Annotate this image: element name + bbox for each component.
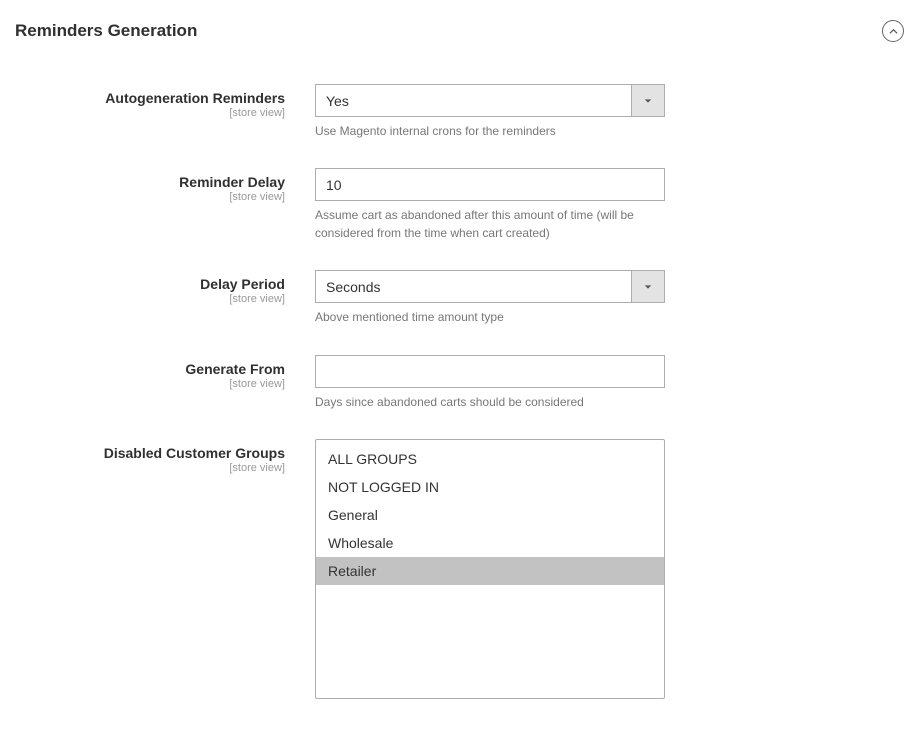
autogeneration-select[interactable]: Yes bbox=[315, 84, 665, 117]
generate-from-input[interactable] bbox=[315, 355, 665, 388]
field-reminder-delay: Reminder Delay [store view] Assume cart … bbox=[15, 168, 904, 242]
field-generate-from: Generate From [store view] Days since ab… bbox=[15, 355, 904, 411]
field-label: Autogeneration Reminders bbox=[15, 90, 285, 106]
label-col: Disabled Customer Groups [store view] bbox=[15, 439, 315, 474]
label-col: Reminder Delay [store view] bbox=[15, 168, 315, 203]
select-value: Yes bbox=[316, 85, 631, 116]
chevron-down-icon bbox=[644, 97, 652, 105]
label-col: Generate From [store view] bbox=[15, 355, 315, 390]
disabled-groups-multiselect[interactable]: ALL GROUPSNOT LOGGED INGeneralWholesaleR… bbox=[315, 439, 665, 699]
value-col: ALL GROUPSNOT LOGGED INGeneralWholesaleR… bbox=[315, 439, 675, 699]
list-item[interactable]: Wholesale bbox=[316, 529, 664, 557]
section-title: Reminders Generation bbox=[15, 21, 197, 41]
collapse-toggle[interactable] bbox=[882, 20, 904, 42]
value-col: Yes Use Magento internal crons for the r… bbox=[315, 84, 675, 140]
field-scope: [store view] bbox=[15, 293, 285, 305]
dropdown-arrow bbox=[631, 271, 664, 302]
chevron-up-icon bbox=[889, 27, 898, 36]
field-autogeneration-reminders: Autogeneration Reminders [store view] Ye… bbox=[15, 84, 904, 140]
field-hint: Use Magento internal crons for the remin… bbox=[315, 123, 665, 140]
field-scope: [store view] bbox=[15, 378, 285, 390]
field-hint: Above mentioned time amount type bbox=[315, 309, 665, 326]
list-item[interactable]: Retailer bbox=[316, 557, 664, 585]
label-col: Delay Period [store view] bbox=[15, 270, 315, 305]
field-label: Disabled Customer Groups bbox=[15, 445, 285, 461]
value-col: Assume cart as abandoned after this amou… bbox=[315, 168, 675, 242]
list-item[interactable]: ALL GROUPS bbox=[316, 445, 664, 473]
field-disabled-customer-groups: Disabled Customer Groups [store view] AL… bbox=[15, 439, 904, 699]
field-label: Reminder Delay bbox=[15, 174, 285, 190]
field-hint: Assume cart as abandoned after this amou… bbox=[315, 207, 665, 242]
field-hint: Days since abandoned carts should be con… bbox=[315, 394, 665, 411]
field-label: Delay Period bbox=[15, 276, 285, 292]
value-col: Seconds Above mentioned time amount type bbox=[315, 270, 675, 326]
field-scope: [store view] bbox=[15, 191, 285, 203]
chevron-down-icon bbox=[644, 283, 652, 291]
dropdown-arrow bbox=[631, 85, 664, 116]
list-item[interactable]: General bbox=[316, 501, 664, 529]
field-scope: [store view] bbox=[15, 107, 285, 119]
value-col: Days since abandoned carts should be con… bbox=[315, 355, 675, 411]
list-item[interactable]: NOT LOGGED IN bbox=[316, 473, 664, 501]
select-value: Seconds bbox=[316, 271, 631, 302]
field-scope: [store view] bbox=[15, 462, 285, 474]
delay-period-select[interactable]: Seconds bbox=[315, 270, 665, 303]
section-header: Reminders Generation bbox=[15, 20, 904, 54]
config-section: Reminders Generation Autogeneration Remi… bbox=[0, 0, 919, 747]
reminder-delay-input[interactable] bbox=[315, 168, 665, 201]
label-col: Autogeneration Reminders [store view] bbox=[15, 84, 315, 119]
field-delay-period: Delay Period [store view] Seconds Above … bbox=[15, 270, 904, 326]
field-label: Generate From bbox=[15, 361, 285, 377]
